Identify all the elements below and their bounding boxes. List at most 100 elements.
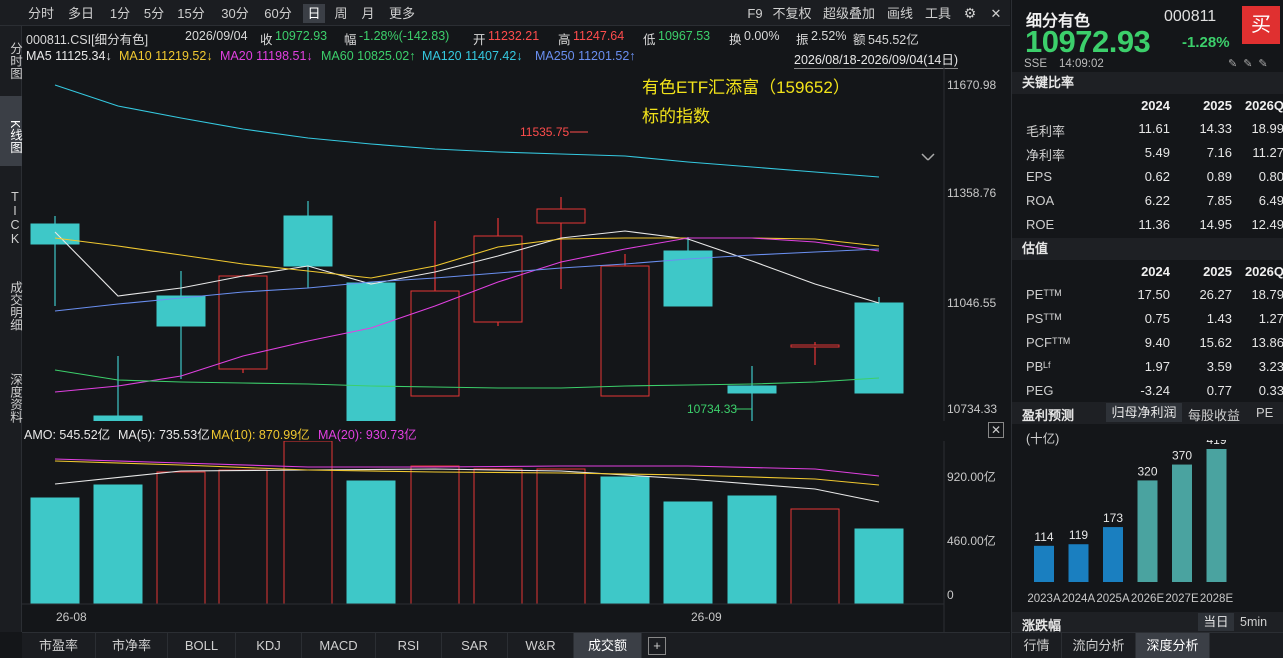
forecast-year-label: 2024A <box>1062 593 1096 605</box>
forecast-bar <box>1068 544 1089 582</box>
price-tick-3: 11046.55 <box>947 296 996 310</box>
ma250-legend: MA250 11201.52↑ <box>535 49 636 63</box>
close-value: 10972.93 <box>275 29 328 43</box>
tab-wr[interactable]: W&R <box>508 633 574 658</box>
period-multiday[interactable]: 多日 <box>64 4 98 23</box>
val-row-value: 0.75 <box>1144 311 1170 326</box>
candle-body <box>218 275 268 370</box>
volume-bar <box>346 480 396 605</box>
ma5-legend: MA5 11125.34↓ <box>26 49 112 63</box>
overlay-button[interactable]: 超级叠加 <box>820 4 878 23</box>
volume-bar <box>854 528 904 605</box>
change-value: -1.28%(-142.83) <box>359 29 450 43</box>
amplitude-value: 2.52% <box>811 29 847 43</box>
ma-lines-group <box>54 84 880 393</box>
close-subchart-icon[interactable]: ✕ <box>988 422 1004 438</box>
add-indicator-button[interactable]: + <box>648 637 666 655</box>
forecast-year-label: 2027E <box>1165 593 1199 605</box>
tab-pe[interactable]: PE <box>1256 405 1273 420</box>
ma20-legend: MA20 11198.51↓ <box>220 49 313 63</box>
tab-kline-chart[interactable]: K线图 <box>0 96 22 166</box>
tab-quote[interactable]: 行情 <box>1012 633 1062 658</box>
period-day[interactable]: 日 <box>303 4 325 23</box>
period-1min[interactable]: 1分 <box>106 4 134 23</box>
vol-tick-3: 0 <box>947 588 954 602</box>
draw-line-button[interactable]: 画线 <box>884 4 916 23</box>
period-week[interactable]: 周 <box>330 4 352 23</box>
tools-button[interactable]: 工具 <box>922 4 954 23</box>
panel-tool-icons[interactable]: ✎✎✎ <box>1228 57 1274 70</box>
kr-row-value: 6.22 <box>1144 193 1170 208</box>
period-month[interactable]: 月 <box>357 4 379 23</box>
period-more[interactable]: 更多 <box>386 4 418 23</box>
kr-row-label: ROA <box>1026 193 1055 208</box>
tab-sar[interactable]: SAR <box>442 633 508 658</box>
indicator-tabs: 市盈率 市净率 BOLL KDJ MACD RSI SAR W&R 成交额 + <box>22 632 1010 658</box>
volume-chart[interactable]: 920.00亿 460.00亿 0 26-08 26-09 <box>22 441 1010 632</box>
left-view-tabs: 分时图 K线图 TICK 成交明细 深度资料 <box>0 26 22 632</box>
tab-amount[interactable]: 成交额 <box>574 633 642 658</box>
settings-icon[interactable]: ⚙ <box>960 4 980 23</box>
vol-tick-1: 920.00亿 <box>947 469 996 484</box>
tab-depth-info[interactable]: 深度资料 <box>0 356 22 436</box>
val-row-label: PCFᵀᵀᴹ <box>1026 335 1070 350</box>
val-row-value: 1.43 <box>1206 311 1232 326</box>
ma10-legend: MA10 11219.52↓ <box>119 49 213 63</box>
f9-button[interactable]: F9 <box>744 4 766 23</box>
tab-boll[interactable]: BOLL <box>168 633 236 658</box>
forecast-bar <box>1034 545 1054 582</box>
profit-forecast-chart: 114 2023A 119 2024A 173 2025A 320 2026E 370 2027E… <box>1027 440 1233 605</box>
tab-rsi[interactable]: RSI <box>376 633 442 658</box>
kr-row-value: 11.27 <box>1252 145 1283 160</box>
price-tick-4: 10734.33 <box>947 402 997 416</box>
period-fenshi[interactable]: 分时 <box>24 4 58 23</box>
etf-annotation-line1: 有色ETF汇添富（159652） <box>642 78 850 97</box>
open-value: 11232.21 <box>488 29 540 43</box>
kr-row-value: 7.16 <box>1206 145 1232 160</box>
period-15min[interactable]: 15分 <box>174 4 208 23</box>
volume-bars-group <box>30 441 904 605</box>
kr-row-value: 14.33 <box>1199 121 1232 136</box>
buy-button[interactable]: 买 <box>1242 6 1280 44</box>
ma-line <box>54 369 880 389</box>
adjust-button[interactable]: 不复权 <box>770 4 814 23</box>
low-marker-label: 10734.33 <box>687 402 737 416</box>
forecast-bar-label: 119 <box>1069 528 1088 542</box>
volume-bar <box>30 497 80 605</box>
tab-net-profit[interactable]: 归母净利润 <box>1106 403 1182 422</box>
candlestick-chart[interactable]: 11535.75 10734.33 11670.98 11358.76 1104… <box>22 66 1010 421</box>
tab-tick[interactable]: TICK <box>0 176 22 256</box>
val-row-label: PEG <box>1026 383 1054 398</box>
ma-line <box>54 237 880 279</box>
tab-pb-ratio[interactable]: 市净率 <box>96 633 168 658</box>
tab-pe-ratio[interactable]: 市盈率 <box>22 633 96 658</box>
val-row-value: 0.77 <box>1206 383 1232 398</box>
kr-row-value: 14.95 <box>1199 217 1232 232</box>
tab-kdj[interactable]: KDJ <box>236 633 302 658</box>
tab-fenshi-chart[interactable]: 分时图 <box>0 34 22 84</box>
val-row-value: 3.23 <box>1258 359 1283 374</box>
tab-5min[interactable]: 5min <box>1240 615 1267 629</box>
tab-trade-detail[interactable]: 成交明细 <box>0 264 22 344</box>
period-5min[interactable]: 5分 <box>140 4 168 23</box>
tab-macd[interactable]: MACD <box>302 633 376 658</box>
tab-flow-analysis[interactable]: 流向分析 <box>1062 633 1136 658</box>
period-30min[interactable]: 30分 <box>218 4 252 23</box>
volume-bar <box>536 468 586 605</box>
val-row-value: 1.27 <box>1258 311 1283 326</box>
panel-bottom-tabs: 行情 流向分析 深度分析 <box>1012 632 1283 658</box>
tab-eps[interactable]: 每股收益 <box>1188 405 1240 424</box>
tab-today[interactable]: 当日 <box>1198 613 1234 631</box>
date-tick-aug: 26-08 <box>56 610 87 624</box>
candle-body <box>536 208 586 224</box>
tab-depth-analysis[interactable]: 深度分析 <box>1136 633 1210 658</box>
vol-tick-2: 460.00亿 <box>947 533 996 548</box>
volume-bar <box>790 508 840 605</box>
close-icon[interactable]: ✕ <box>986 4 1006 23</box>
forecast-bar-label: 173 <box>1103 511 1123 525</box>
high-value: 11247.64 <box>573 29 625 43</box>
val-row-label: PEᵀᵀᴹ <box>1026 287 1062 302</box>
low-value: 10967.53 <box>658 29 711 43</box>
exchange-label: SSE <box>1024 58 1048 70</box>
period-60min[interactable]: 60分 <box>260 4 296 23</box>
